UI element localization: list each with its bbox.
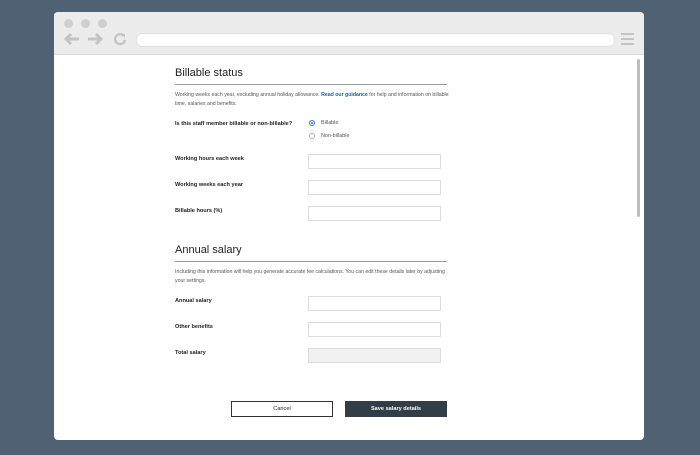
radio-billable-label: Billable [321, 120, 339, 126]
guidance-link[interactable]: Read our guidance [321, 92, 368, 98]
section-divider [175, 84, 447, 85]
other-benefits-input[interactable] [308, 322, 441, 337]
page-content: Billable status Working weeks each year,… [54, 55, 634, 440]
reload-icon[interactable] [112, 32, 128, 46]
billable-hours-label: Billable hours (%) [175, 208, 223, 214]
total-salary-input [308, 348, 441, 363]
browser-window: Billable status Working weeks each year,… [54, 12, 644, 440]
billable-status-heading: Billable status [175, 67, 243, 79]
radio-non-billable-label: Non-billable [321, 133, 350, 139]
window-dot-minimize[interactable] [81, 19, 90, 28]
save-salary-details-button[interactable]: Save salary details [345, 401, 447, 417]
hamburger-menu-icon[interactable] [621, 33, 634, 45]
working-hours-label: Working hours each week [175, 156, 244, 162]
billable-intro-text: Working weeks each year, excluding annua… [175, 91, 455, 108]
forward-arrow-icon[interactable] [87, 32, 103, 46]
annual-salary-heading: Annual salary [175, 244, 242, 256]
billable-question-label: Is this staff member billable or non-bil… [175, 121, 293, 127]
working-weeks-input[interactable] [308, 180, 441, 195]
annual-salary-input[interactable] [308, 296, 441, 311]
window-dot-maximize[interactable] [98, 19, 107, 28]
working-weeks-label: Working weeks each year [175, 182, 243, 188]
radio-billable-control[interactable] [309, 120, 315, 126]
address-bar[interactable] [136, 33, 615, 47]
other-benefits-label: Other benefits [175, 324, 213, 330]
browser-toolbar [54, 12, 644, 55]
radio-billable[interactable]: Billable [309, 120, 338, 126]
salary-intro-text: Including this information will help you… [175, 269, 445, 284]
billable-hours-input[interactable] [308, 206, 441, 221]
radio-non-billable-control[interactable] [309, 133, 315, 139]
radio-non-billable[interactable]: Non-billable [309, 133, 349, 139]
scrollbar-thumb[interactable] [637, 59, 640, 217]
annual-salary-label: Annual salary [175, 298, 212, 304]
working-hours-input[interactable] [308, 154, 441, 169]
cancel-button[interactable]: Cancel [231, 401, 333, 417]
window-dot-close[interactable] [64, 19, 73, 28]
section-divider [175, 261, 447, 262]
intro-text-part: Working weeks each year, excluding annua… [175, 92, 320, 98]
total-salary-label: Total salary [175, 350, 206, 356]
back-arrow-icon[interactable] [64, 32, 80, 46]
